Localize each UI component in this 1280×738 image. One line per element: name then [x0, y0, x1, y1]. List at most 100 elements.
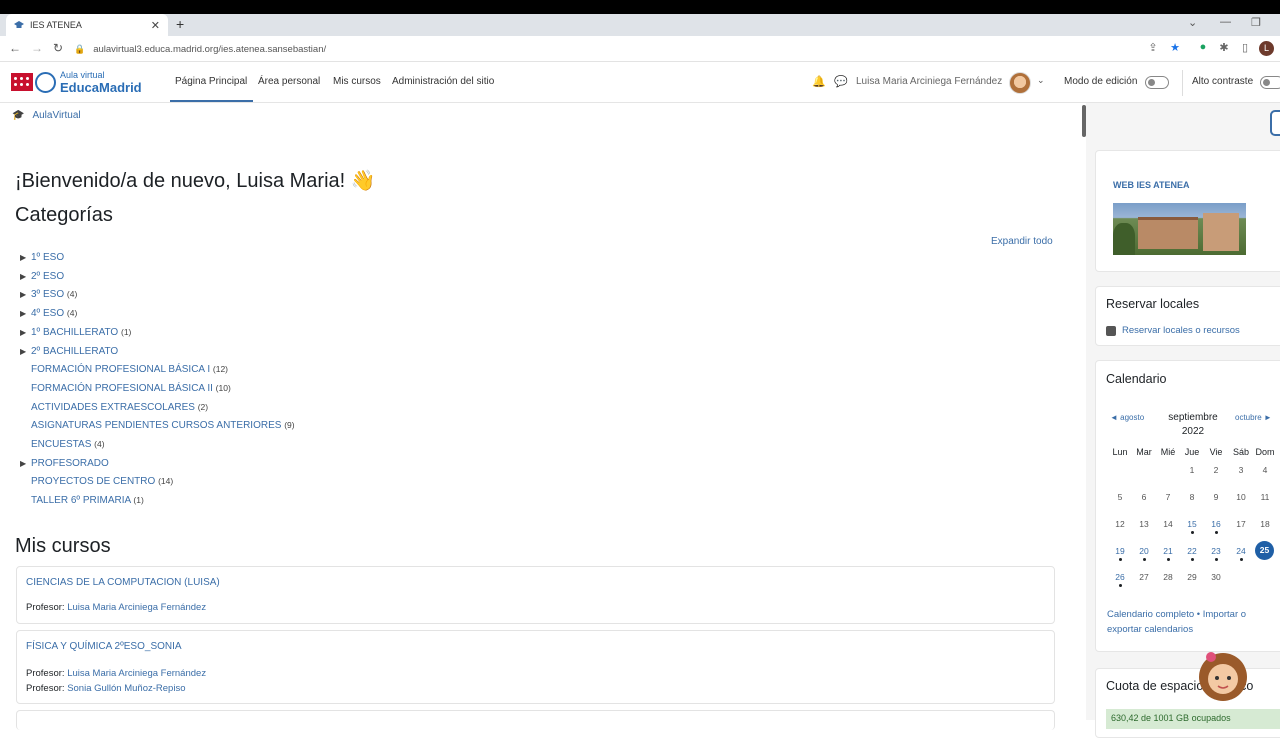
course-card[interactable]: CIENCIAS DE LA COMPUTACION (LUISA) Profe…	[16, 566, 1055, 624]
nav-home[interactable]: Página Principal	[175, 76, 247, 87]
category-name[interactable]: 3º ESO	[31, 289, 64, 300]
reserve-link-text[interactable]: Reservar locales o recursos	[1122, 325, 1240, 336]
browser-tab[interactable]: IES ATENEA ✕	[6, 14, 168, 36]
calendar-day[interactable]: 24	[1229, 546, 1253, 561]
calendar-day[interactable]: 27	[1132, 572, 1156, 582]
category-name[interactable]: FORMACIÓN PROFESIONAL BÁSICA I	[31, 364, 210, 375]
calendar-day[interactable]: 8	[1180, 492, 1204, 502]
calendar-day[interactable]: 1	[1180, 465, 1204, 475]
teacher-link[interactable]: Luisa Maria Arciniega Fernández	[67, 668, 206, 679]
calendar-day[interactable]: 17	[1229, 519, 1253, 529]
category-item[interactable]: FORMACIÓN PROFESIONAL BÁSICA II (10)	[20, 383, 231, 394]
calendar-today[interactable]: 25	[1255, 541, 1274, 560]
calendar-day[interactable]: 4	[1253, 465, 1277, 475]
caret-right-icon[interactable]: ▶	[20, 253, 31, 262]
calendar-day[interactable]: 5	[1108, 492, 1132, 502]
calendar-day[interactable]: 2	[1204, 465, 1228, 475]
category-item[interactable]: ▶ PROFESORADO	[20, 458, 109, 469]
calendar-day[interactable]: 26	[1108, 572, 1132, 587]
category-item[interactable]: TALLER 6º PRIMARIA (1)	[20, 495, 144, 506]
calendar-day[interactable]: 19	[1108, 546, 1132, 561]
calendar-day[interactable]: 20	[1132, 546, 1156, 561]
calendar-day[interactable]: 14	[1156, 519, 1180, 529]
bell-icon[interactable]: 🔔	[812, 75, 826, 88]
category-name[interactable]: ACTIVIDADES EXTRAESCOLARES	[31, 402, 195, 413]
nav-my-courses[interactable]: Mis cursos	[333, 76, 381, 87]
expand-all-link[interactable]: Expandir todo	[991, 236, 1053, 247]
category-item[interactable]: ACTIVIDADES EXTRAESCOLARES (2)	[20, 402, 208, 413]
school-photo[interactable]	[1113, 203, 1246, 255]
course-card[interactable]: FÍSICA Y QUÍMICA 2ºESO_SONIA Profesor: L…	[16, 630, 1055, 704]
calendar-next-month[interactable]: octubre ►	[1235, 413, 1272, 422]
category-item[interactable]: ▶ 3º ESO (4)	[20, 289, 77, 300]
calendar-day[interactable]: 21	[1156, 546, 1180, 561]
share-icon[interactable]: ⇪	[1146, 41, 1160, 55]
logo-title[interactable]: EducaMadrid	[60, 80, 142, 95]
nav-dashboard[interactable]: Área personal	[258, 76, 320, 87]
calendar-day[interactable]: 3	[1229, 465, 1253, 475]
category-item[interactable]: ▶ 2º BACHILLERATO	[20, 346, 118, 357]
category-item[interactable]: ASIGNATURAS PENDIENTES CURSOS ANTERIORES…	[20, 420, 295, 431]
caret-right-icon[interactable]: ▶	[20, 328, 31, 337]
calendar-day[interactable]: 15	[1180, 519, 1204, 534]
caret-right-icon[interactable]: ▶	[20, 290, 31, 299]
teacher-link[interactable]: Sonia Gullón Muñoz-Repiso	[67, 683, 185, 694]
calendar-day[interactable]: 9	[1204, 492, 1228, 502]
calendar-day[interactable]: 28	[1156, 572, 1180, 582]
category-name[interactable]: PROFESORADO	[31, 458, 109, 469]
category-item[interactable]: ENCUESTAS (4)	[20, 439, 105, 450]
edit-mode-toggle[interactable]	[1145, 76, 1169, 89]
high-contrast-toggle[interactable]	[1260, 76, 1280, 89]
category-name[interactable]: 2º BACHILLERATO	[31, 346, 118, 357]
category-item[interactable]: ▶ 4º ESO (4)	[20, 308, 77, 319]
forward-icon[interactable]: →	[31, 41, 43, 55]
user-avatar[interactable]	[1009, 72, 1031, 94]
category-item[interactable]: PROYECTOS DE CENTRO (14)	[20, 476, 173, 487]
course-title[interactable]: CIENCIAS DE LA COMPUTACION (LUISA)	[26, 577, 220, 588]
back-icon[interactable]: ←	[9, 41, 21, 55]
category-name[interactable]: ENCUESTAS	[31, 439, 91, 450]
calendar-prev-month[interactable]: ◄ agosto	[1110, 413, 1144, 422]
course-title[interactable]: FÍSICA Y QUÍMICA 2ºESO_SONIA	[26, 641, 182, 652]
teacher-link[interactable]: Luisa Maria Arciniega Fernández	[67, 602, 206, 613]
category-name[interactable]: ASIGNATURAS PENDIENTES CURSOS ANTERIORES	[31, 420, 281, 431]
calendar-day[interactable]: 22	[1180, 546, 1204, 561]
chevron-down-icon[interactable]: ⌄	[1037, 75, 1045, 86]
calendar-day[interactable]: 23	[1204, 546, 1228, 561]
category-item[interactable]: ▶ 2º ESO	[20, 271, 64, 282]
category-name[interactable]: 2º ESO	[31, 271, 64, 282]
calendar-day[interactable]: 16	[1204, 519, 1228, 534]
calendar-day[interactable]: 10	[1229, 492, 1253, 502]
close-icon[interactable]: ✕	[151, 19, 160, 32]
calendar-day[interactable]: 12	[1108, 519, 1132, 529]
category-item[interactable]: ▶ 1º ESO	[20, 252, 64, 263]
calendar-full-link[interactable]: Calendario completo	[1107, 609, 1194, 620]
educamadrid-logo-icon[interactable]	[35, 72, 56, 93]
grammarly-icon[interactable]: ●	[1196, 41, 1210, 55]
calendar-day[interactable]: 13	[1132, 519, 1156, 529]
side-panel-icon[interactable]: ▯	[1238, 41, 1252, 55]
web-block-title[interactable]: WEB IES ATENEA	[1113, 180, 1190, 190]
bookmark-star-icon[interactable]: ★	[1168, 41, 1182, 55]
minimize-icon[interactable]: —	[1220, 16, 1231, 28]
calendar-day[interactable]: 30	[1204, 572, 1228, 582]
extensions-icon[interactable]: ✱	[1217, 41, 1231, 55]
calendar-day[interactable]: 11	[1253, 492, 1277, 502]
restore-icon[interactable]: ❐	[1251, 16, 1261, 29]
caret-right-icon[interactable]: ▶	[20, 347, 31, 356]
category-name[interactable]: 4º ESO	[31, 308, 64, 319]
url-field[interactable]: 🔒 aulavirtual3.educa.madrid.org/ies.aten…	[74, 39, 1194, 59]
new-tab-icon[interactable]: +	[176, 16, 184, 32]
calendar-day[interactable]: 6	[1132, 492, 1156, 502]
user-menu-name[interactable]: Luisa Maria Arciniega Fernández	[856, 76, 1002, 87]
madrid-flag-logo[interactable]	[11, 73, 33, 91]
nav-site-admin[interactable]: Administración del sitio	[392, 76, 494, 87]
caret-right-icon[interactable]: ▶	[20, 459, 31, 468]
calendar-day[interactable]: 29	[1180, 572, 1204, 582]
tab-search-icon[interactable]: ⌄	[1188, 16, 1197, 29]
chat-bubble-icon[interactable]: 💬	[834, 75, 848, 88]
category-item[interactable]: FORMACIÓN PROFESIONAL BÁSICA I (12)	[20, 364, 228, 375]
course-card[interactable]	[16, 710, 1055, 730]
reload-icon[interactable]: ↻	[53, 41, 63, 55]
category-name[interactable]: PROYECTOS DE CENTRO	[31, 476, 155, 487]
